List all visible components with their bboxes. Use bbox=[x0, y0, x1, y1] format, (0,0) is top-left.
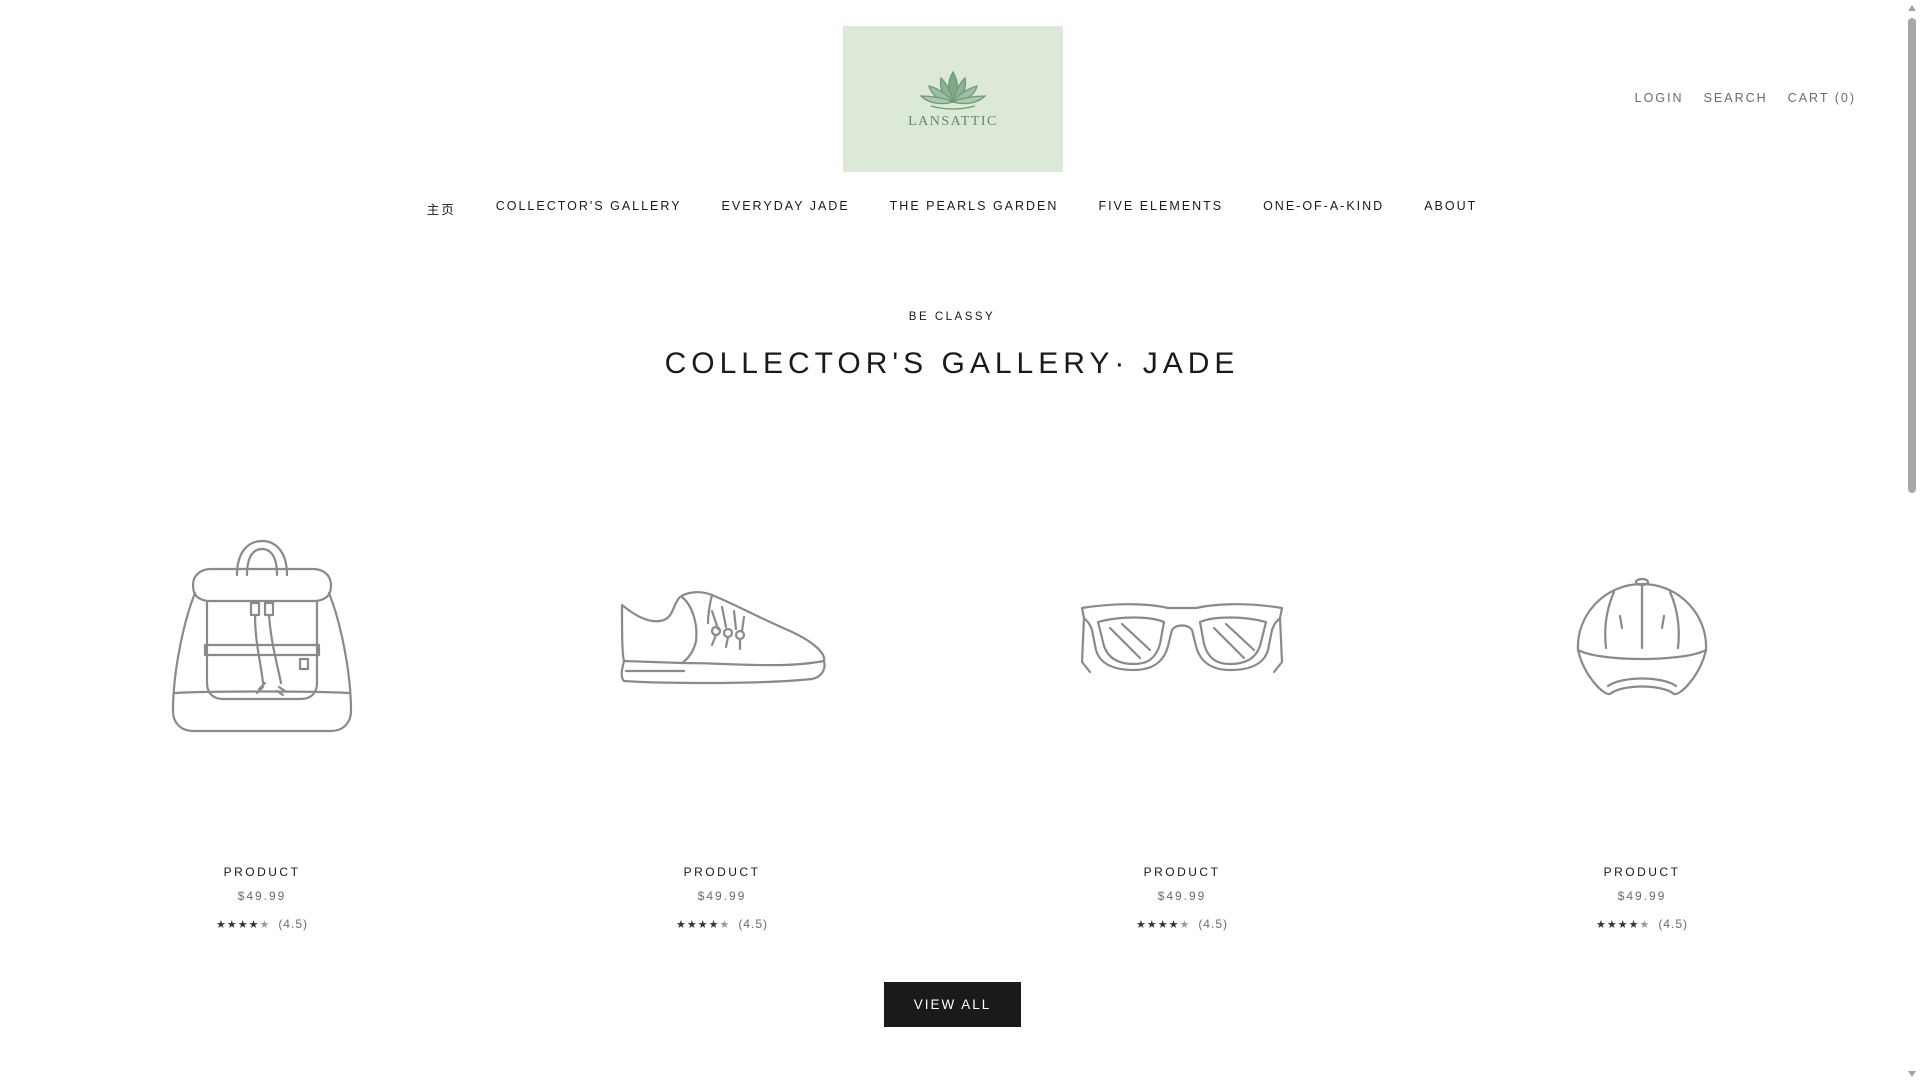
product-card[interactable]: PRODUCT $49.99 ★★★★★ (4.5) bbox=[1428, 453, 1856, 943]
product-image[interactable] bbox=[48, 453, 476, 823]
scroll-up-arrow-icon[interactable] bbox=[1908, 5, 1916, 11]
rating-value: (4.5) bbox=[278, 917, 308, 931]
product-rating: ★★★★★ (4.5) bbox=[968, 917, 1396, 931]
brand-name: LANSATTIC bbox=[908, 114, 998, 129]
backpack-icon bbox=[171, 539, 353, 733]
product-name[interactable]: PRODUCT bbox=[508, 865, 936, 879]
lotus-icon bbox=[919, 70, 987, 110]
star-rating-icon: ★★★★★ bbox=[215, 918, 271, 931]
product-price: $49.99 bbox=[237, 889, 287, 903]
nav-item-home[interactable]: 主页 bbox=[427, 199, 456, 218]
page: LANSATTIC LOGIN SEARCH CART (0) 主页 COLLE… bbox=[0, 0, 1904, 1080]
star-rating-icon: ★★★★★ bbox=[1135, 918, 1191, 931]
nav-item-everyday-jade[interactable]: EVERYDAY JADE bbox=[722, 199, 850, 218]
nav-item-one-of-a-kind[interactable]: ONE-OF-A-KIND bbox=[1263, 199, 1384, 218]
product-name[interactable]: PRODUCT bbox=[48, 865, 476, 879]
product-name[interactable]: PRODUCT bbox=[968, 865, 1396, 879]
view-all-button[interactable]: VIEW ALL bbox=[884, 982, 1021, 1027]
section-eyebrow: BE CLASSY bbox=[908, 311, 996, 323]
scrollbar-thumb[interactable] bbox=[1908, 18, 1916, 493]
rating-value: (4.5) bbox=[738, 917, 768, 931]
brand-logo[interactable]: LANSATTIC bbox=[843, 26, 1063, 172]
product-price: $49.99 bbox=[1617, 889, 1667, 903]
nav-item-collectors-gallery[interactable]: COLLECTOR'S GALLERY bbox=[496, 199, 682, 218]
product-price: $49.99 bbox=[1157, 889, 1207, 903]
header-actions: LOGIN SEARCH CART (0) bbox=[1635, 91, 1856, 105]
cart-link[interactable]: CART (0) bbox=[1788, 91, 1856, 105]
product-rating: ★★★★★ (4.5) bbox=[48, 917, 476, 931]
product-card[interactable]: PRODUCT $49.99 ★★★★★ (4.5) bbox=[508, 453, 936, 943]
sunglasses-icon bbox=[1080, 603, 1284, 674]
rating-value: (4.5) bbox=[1198, 917, 1228, 931]
nav-item-about[interactable]: ABOUT bbox=[1424, 199, 1477, 218]
product-rating: ★★★★★ (4.5) bbox=[508, 917, 936, 931]
main-nav: 主页 COLLECTOR'S GALLERY EVERYDAY JADE THE… bbox=[0, 199, 1904, 218]
product-image[interactable] bbox=[968, 453, 1396, 823]
product-rating: ★★★★★ (4.5) bbox=[1428, 917, 1856, 931]
rating-value: (4.5) bbox=[1658, 917, 1688, 931]
star-rating-icon: ★★★★★ bbox=[1595, 918, 1651, 931]
product-card[interactable]: PRODUCT $49.99 ★★★★★ (4.5) bbox=[968, 453, 1396, 943]
sneaker-icon bbox=[620, 591, 826, 685]
product-grid: PRODUCT $49.99 ★★★★★ (4.5) PRODUCT $49.9… bbox=[48, 453, 1856, 943]
scroll-down-arrow-icon[interactable] bbox=[1908, 1071, 1916, 1077]
product-price: $49.99 bbox=[697, 889, 747, 903]
star-rating-icon: ★★★★★ bbox=[675, 918, 731, 931]
nav-item-five-elements[interactable]: FIVE ELEMENTS bbox=[1098, 199, 1223, 218]
login-link[interactable]: LOGIN bbox=[1635, 91, 1684, 105]
cap-icon bbox=[1576, 577, 1708, 696]
product-name[interactable]: PRODUCT bbox=[1428, 865, 1856, 879]
product-card[interactable]: PRODUCT $49.99 ★★★★★ (4.5) bbox=[48, 453, 476, 943]
product-image[interactable] bbox=[1428, 453, 1856, 823]
nav-item-pearls-garden[interactable]: THE PEARLS GARDEN bbox=[890, 199, 1059, 218]
search-link[interactable]: SEARCH bbox=[1704, 91, 1768, 105]
product-image[interactable] bbox=[508, 453, 936, 823]
section-title: COLLECTOR'S GALLERY· JADE bbox=[664, 347, 1240, 380]
page-scrollbar[interactable] bbox=[1904, 0, 1920, 1080]
